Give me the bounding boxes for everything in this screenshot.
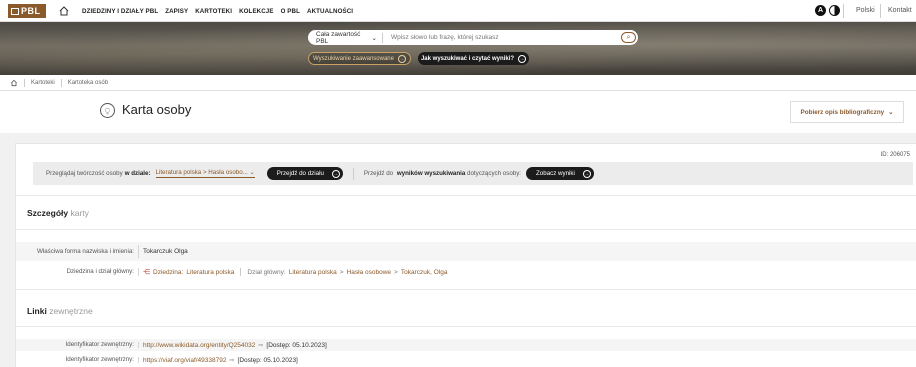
- advanced-search-button[interactable]: Wyszukiwanie zaawansowane →: [308, 52, 411, 65]
- hero-banner: Cała zawartość PBL⌄ ⌕ Wyszukiwanie zaawa…: [0, 22, 916, 75]
- home-icon[interactable]: [10, 79, 18, 87]
- dept-prefix: Dział główny:: [247, 268, 286, 276]
- arrow-right-icon: →: [331, 169, 340, 178]
- chevron-down-icon: ⌄: [371, 34, 377, 42]
- external-link-icon: ⇨: [258, 342, 264, 349]
- nav-aktualnosci[interactable]: AKTUALNOŚCI: [307, 8, 353, 15]
- divider: [24, 78, 25, 87]
- divider: [352, 167, 354, 180]
- field-prefix: Dziedzina:: [153, 268, 184, 276]
- nav-o-pbl[interactable]: O PBL: [281, 8, 300, 15]
- see-results-button[interactable]: Zobacz wyniki →: [526, 167, 594, 180]
- search-icon: ⌕: [626, 33, 631, 41]
- divider: [16, 289, 916, 290]
- breadcrumb-kartoteka-osob[interactable]: Kartoteka osób: [68, 80, 108, 86]
- divider: [240, 268, 242, 276]
- arrow-right-icon: →: [398, 54, 406, 63]
- divider: [843, 4, 844, 18]
- external-link[interactable]: http://www.wikidata.org/entity/Q254032: [143, 342, 255, 349]
- results-label-bold: wyników wyszukiwania: [396, 170, 466, 177]
- department-select[interactable]: Literatura polska > Hasła osobo... ⌄: [155, 169, 255, 178]
- dept-path-3[interactable]: Tokarczuk, Olga: [401, 269, 448, 276]
- top-navbar: PBL DZIEDZINY I DZIAŁY PBL ZAPISY KARTOT…: [0, 0, 916, 22]
- link-label: Identyfikator zewnętrzny:: [65, 341, 134, 348]
- language-switch[interactable]: Polski: [856, 0, 875, 22]
- detail-row-name: Właściwa forma nazwiska i imienia: Tokar…: [16, 242, 916, 261]
- pbl-logo[interactable]: PBL: [8, 4, 46, 18]
- nav-kartoteki[interactable]: KARTOTEKI: [195, 8, 232, 15]
- main-nav: DZIEDZINY I DZIAŁY PBL ZAPISY KARTOTEKI …: [82, 0, 353, 22]
- dept-path-2[interactable]: Hasła osobowe: [347, 269, 391, 276]
- person-card: ID: 206075 Przeglądaj twórczość osoby w …: [15, 143, 916, 367]
- browse-label-bold: w dziale:: [124, 170, 151, 177]
- page-title: Karta osoby: [122, 102, 192, 117]
- divider: [16, 195, 916, 196]
- details-heading: Szczegóły karty: [27, 208, 89, 218]
- access-date: [Dostęp: 05.10.2023]: [266, 341, 327, 349]
- access-date: [Dostęp: 05.10.2023]: [237, 356, 298, 364]
- search-button[interactable]: ⌕: [621, 32, 636, 43]
- how-to-search-button[interactable]: Jak wyszukiwać i czytać wyniki? →: [418, 52, 529, 65]
- links-heading: Linki zewnętrzne: [27, 306, 93, 316]
- browse-bar: Przeglądaj twórczość osoby w dziale: Lit…: [33, 162, 913, 185]
- divider: [880, 4, 881, 18]
- divider: [16, 229, 916, 230]
- results-label: Przejdź do: [363, 170, 394, 177]
- field-link[interactable]: Literatura polska: [186, 269, 234, 276]
- detail-row-field: Dziedzina i dział główny: ⋲ Dziedzina: L…: [16, 265, 916, 279]
- nav-kolekcje[interactable]: KOLEKCJE: [239, 8, 274, 15]
- contact-link[interactable]: Kontakt: [888, 0, 912, 22]
- search-bar: Cała zawartość PBL⌄ ⌕: [308, 30, 638, 45]
- home-icon[interactable]: [58, 5, 70, 17]
- breadcrumb-kartoteki[interactable]: Kartoteki: [31, 80, 55, 86]
- breadcrumb: Kartoteki Kartoteka osób: [0, 75, 916, 91]
- download-bibliography-button[interactable]: Pobierz opis bibliograficzny ⌄: [790, 101, 904, 123]
- person-icon: ⍜: [100, 103, 115, 118]
- chevron-down-icon: ⌄: [888, 108, 894, 116]
- divider: [60, 78, 62, 87]
- name-value: Tokarczuk Olga: [143, 248, 188, 255]
- divider: [16, 326, 916, 327]
- external-link[interactable]: https://viaf.org/viaf/49338792: [143, 357, 226, 364]
- record-id: ID: 206075: [880, 152, 910, 158]
- search-input[interactable]: [383, 34, 621, 41]
- external-link-icon: ⇨: [229, 357, 235, 364]
- font-size-icon[interactable]: A: [815, 5, 826, 16]
- go-to-department-button[interactable]: Przejdź do działu →: [266, 167, 343, 180]
- title-bar: ⍜ Karta osoby Pobierz opis bibliograficz…: [0, 91, 916, 133]
- dept-path-1[interactable]: Literatura polska: [289, 269, 337, 276]
- arrow-right-icon: →: [582, 169, 591, 178]
- link-row: Identyfikator zewnętrzny: https://viaf.o…: [16, 354, 916, 366]
- arrow-right-icon: →: [518, 54, 527, 63]
- contrast-icon[interactable]: [829, 5, 840, 16]
- link-label: Identyfikator zewnętrzny:: [65, 356, 134, 363]
- nav-dziedziny[interactable]: DZIEDZINY I DZIAŁY PBL: [82, 8, 158, 15]
- link-row: Identyfikator zewnętrzny: http://www.wik…: [16, 339, 916, 351]
- field-label: Dziedzina i dział główny:: [66, 268, 134, 275]
- browse-label: Przeglądaj twórczość osoby: [46, 170, 123, 177]
- hierarchy-icon: ⋲: [143, 269, 150, 276]
- name-label: Właściwa forma nazwiska i imienia:: [37, 247, 134, 255]
- results-label-suffix: dotyczących osoby:: [467, 170, 522, 177]
- search-scope-select[interactable]: Cała zawartość PBL ⌄: [308, 31, 383, 45]
- nav-zapisy[interactable]: ZAPISY: [165, 8, 188, 15]
